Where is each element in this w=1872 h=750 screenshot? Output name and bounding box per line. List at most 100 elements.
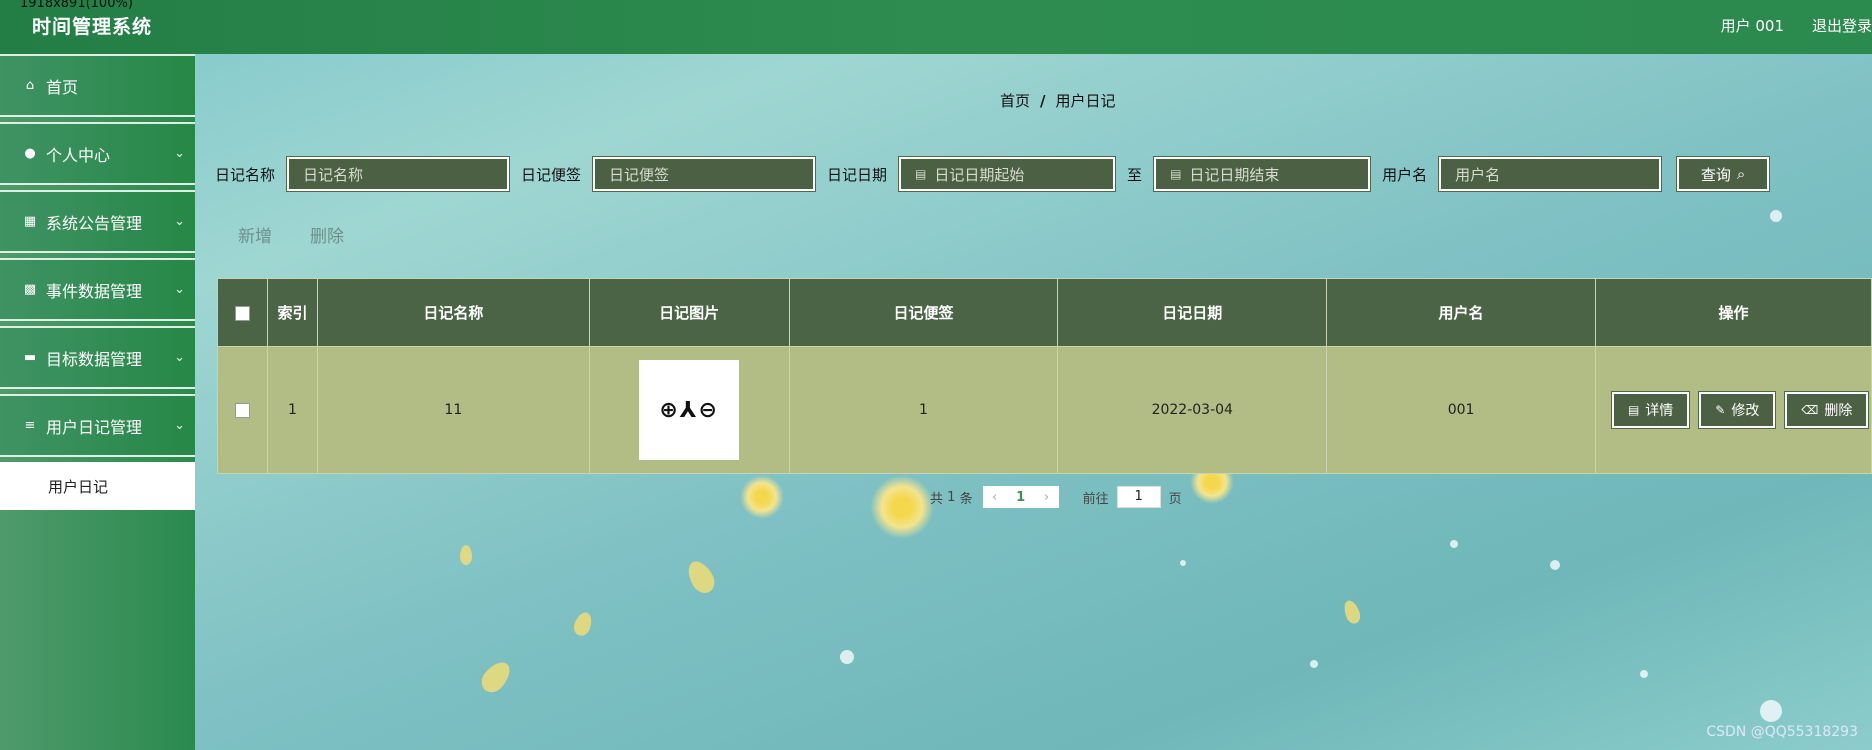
current-page[interactable]: 1 [1007,490,1035,505]
column-header-date: 日记日期 [1057,278,1328,347]
search-bar: 日记名称 日记名称 日记便签 日记便签 日记日期 ▤ 日记日期起始 至 ▤ 日记… [215,156,1771,192]
top-bar: 1918x891(100%) 时间管理系统 用户 001 退出登录 [0,0,1872,54]
home-icon: ⌂ [25,78,35,93]
grid-icon: ▦ [23,214,37,229]
sidebar-subitem-user-diary[interactable]: 用户日记 [0,462,195,510]
total-count: 1 [947,489,956,505]
delete-button-label: 删除 [1824,403,1853,419]
row-diary-date: 2022-03-04 [1057,346,1328,474]
diary-name-placeholder: 日记名称 [303,165,364,184]
diary-note-input[interactable]: 日记便签 [592,156,817,192]
table-header-row: 索引 日记名称 日记图片 日记便签 日记日期 用户名 操作 [217,278,1872,347]
row-diary-note: 1 [788,346,1059,474]
row-diary-name: 11 [316,346,590,474]
breadcrumb-home[interactable]: 首页 [1000,92,1030,110]
action-buttons: 新增 删除 [238,222,344,247]
calendar-icon: ▤ [1170,167,1182,181]
sidebar-item-personal-center[interactable]: ● 个人中心 ⌄ [0,122,195,185]
diary-thumbnail[interactable]: ⊕⅄⊖ [639,360,740,460]
edit-button[interactable]: ✎ 修改 [1698,391,1777,429]
diary-name-input[interactable]: 日记名称 [286,156,511,192]
username-label: 用户名 [1382,165,1428,184]
diary-table: 索引 日记名称 日记图片 日记便签 日记日期 用户名 操作 1 11 ⊕⅄⊖ 1… [217,278,1872,474]
edit-button-label: 修改 [1731,403,1760,419]
total-suffix: 条 [959,491,973,507]
column-header-actions: 操作 [1594,278,1872,347]
row-index: 1 [266,346,318,474]
row-actions-cell: ▤ 详情 ✎ 修改 ⌫ 删除 [1594,346,1872,474]
sidebar-item-label: 首页 [46,77,79,97]
total-prefix: 共 [930,491,944,507]
sidebar-item-goals[interactable]: ▬ 目标数据管理 ⌄ [0,326,195,389]
window-size-label: 1918x891(100%) [20,0,133,11]
list-icon: ≡ [24,418,36,433]
sidebar-item-diary-management[interactable]: ≡ 用户日记管理 ⌄ [0,394,195,457]
sidebar-item-label: 系统公告管理 [46,213,143,233]
breadcrumb-current: 用户日记 [1055,92,1116,110]
row-username: 001 [1326,346,1596,474]
detail-button[interactable]: ▤ 详情 [1610,391,1691,429]
column-header-user: 用户名 [1326,278,1596,347]
detail-button-label: 详情 [1645,403,1674,419]
add-button[interactable]: 新增 [238,222,272,247]
chevron-down-icon: ⌄ [174,146,185,161]
chevron-down-icon: ⌄ [174,214,185,229]
prev-page-icon[interactable]: ‹ [983,490,1007,505]
date-end-input[interactable]: ▤ 日记日期结束 [1153,156,1372,192]
pager: ‹ 1 › [982,486,1059,508]
page-suffix: 页 [1168,491,1182,507]
next-page-icon[interactable]: › [1035,490,1059,505]
sidebar-item-label: 目标数据管理 [46,349,143,369]
pencil-icon: ✎ [1715,403,1726,417]
current-user-label: 用户 001 [1720,17,1784,35]
column-header-name: 日记名称 [316,278,590,347]
user-icon: ● [24,146,36,161]
select-all-header [217,278,268,347]
date-start-placeholder: 日记日期起始 [934,165,1025,184]
column-header-index: 索引 [266,278,318,347]
chevron-down-icon: ⌄ [174,282,185,297]
query-button-label: 查询 [1700,165,1731,184]
date-start-input[interactable]: ▤ 日记日期起始 [898,156,1117,192]
diary-note-placeholder: 日记便签 [609,165,670,184]
apps-icon: ▩ [23,282,37,297]
sidebar-item-announcements[interactable]: ▦ 系统公告管理 ⌄ [0,190,195,253]
search-icon: ⌕ [1736,165,1746,183]
chevron-down-icon: ⌄ [174,350,185,365]
table-row: 1 11 ⊕⅄⊖ 1 2022-03-04 001 ▤ 详情 ✎ 修改 ⌫ 删除 [217,346,1872,474]
pagination: 共 1 条 ‹ 1 › 前往 1 页 [930,486,1182,508]
document-icon: ▤ [1627,403,1640,417]
goto-page-input[interactable]: 1 [1116,486,1161,508]
breadcrumb: 首页 / 用户日记 [1000,90,1116,111]
diary-name-label: 日记名称 [215,165,276,184]
sidebar-item-events[interactable]: ▩ 事件数据管理 ⌄ [0,258,195,321]
row-checkbox[interactable] [234,402,250,418]
column-header-image: 日记图片 [588,278,790,347]
query-button[interactable]: 查询 ⌕ [1676,156,1771,192]
monitor-icon: ▬ [23,350,37,365]
diary-note-label: 日记便签 [521,165,582,184]
batch-delete-button[interactable]: 删除 [310,222,344,247]
trash-icon: ⌫ [1801,403,1819,417]
date-range-separator: 至 [1127,165,1143,184]
logout-link[interactable]: 退出登录 [1812,15,1872,36]
column-header-note: 日记便签 [788,278,1059,347]
goto-label: 前往 [1082,491,1109,507]
breadcrumb-separator: / [1040,92,1046,110]
row-select-cell [217,346,268,474]
date-end-placeholder: 日记日期结束 [1189,165,1280,184]
sidebar-item-label: 个人中心 [46,145,111,165]
select-all-checkbox[interactable] [234,305,250,321]
delete-button[interactable]: ⌫ 删除 [1784,391,1870,429]
sidebar-item-home[interactable]: ⌂ 首页 [0,54,195,117]
sidebar: ⌂ 首页 ● 个人中心 ⌄ ▦ 系统公告管理 ⌄ ▩ 事件数据管理 ⌄ ▬ 目标… [0,54,195,750]
sidebar-item-label: 事件数据管理 [46,281,143,301]
chevron-down-icon: ⌄ [174,418,185,433]
app-title: 时间管理系统 [32,16,153,38]
username-input[interactable]: 用户名 [1438,156,1663,192]
watermark: CSDN @QQ55318293 [1706,724,1858,740]
username-placeholder: 用户名 [1455,165,1501,184]
sidebar-item-label: 用户日记管理 [46,417,143,437]
diary-date-label: 日记日期 [827,165,888,184]
row-image-cell: ⊕⅄⊖ [588,346,790,474]
